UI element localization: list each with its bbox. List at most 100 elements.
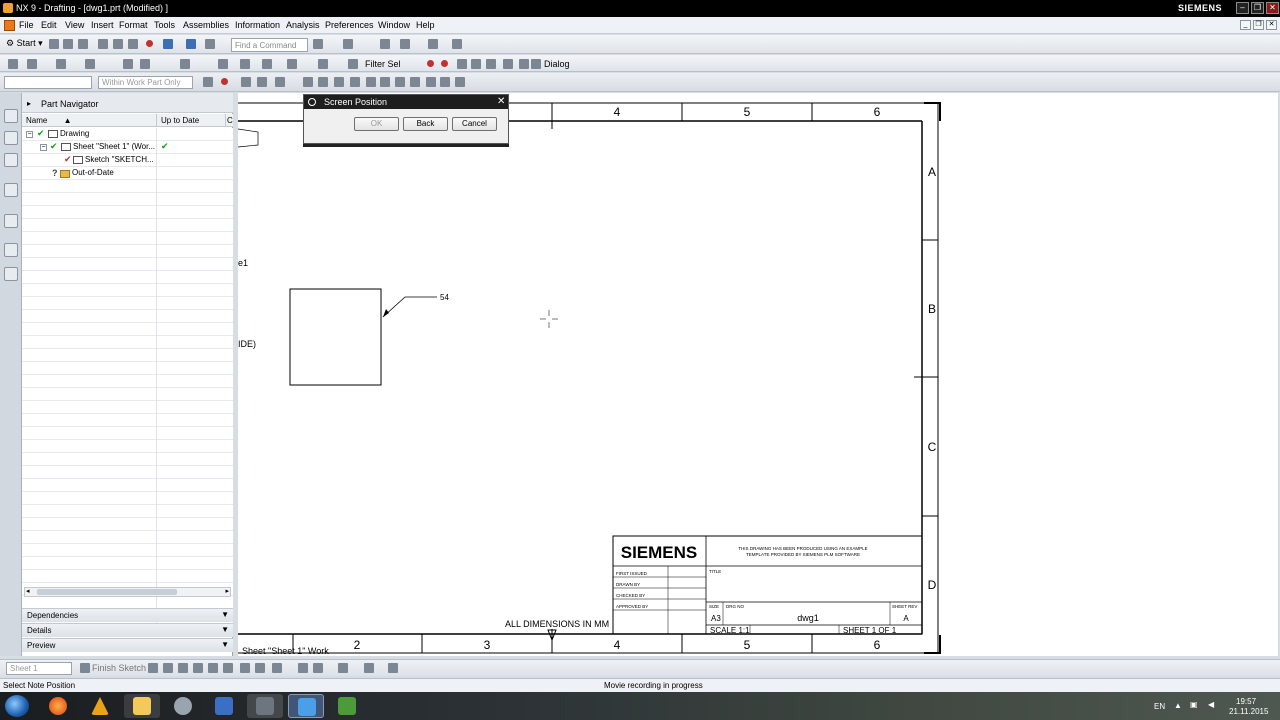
- point-icon[interactable]: [255, 663, 265, 673]
- dimension-tool-icon[interactable]: [388, 663, 398, 673]
- plot-icon[interactable]: [519, 59, 529, 69]
- table-icon[interactable]: [262, 59, 272, 69]
- dimension-icon[interactable]: [218, 59, 228, 69]
- tray-expand-icon[interactable]: ▲: [1174, 701, 1182, 710]
- delete-icon[interactable]: [146, 40, 153, 47]
- snap-center-icon[interactable]: [395, 77, 405, 87]
- reuse-library-tab-icon[interactable]: [4, 183, 18, 197]
- snap-intersection-icon[interactable]: [440, 77, 450, 87]
- chevron-down-icon[interactable]: ▼: [221, 610, 229, 619]
- sheet-combo[interactable]: Sheet 1: [6, 662, 72, 675]
- line-icon[interactable]: [163, 663, 173, 673]
- tree-node-sheet[interactable]: Sheet "Sheet 1" (Wor...: [73, 142, 155, 151]
- history-tab-icon[interactable]: [4, 243, 18, 257]
- chevron-down-icon[interactable]: ▼: [221, 640, 229, 649]
- menu-view[interactable]: View: [65, 20, 84, 30]
- arc-icon[interactable]: [178, 663, 188, 673]
- chamfer-icon[interactable]: [223, 663, 233, 673]
- menu-edit[interactable]: Edit: [41, 20, 57, 30]
- sketch-rectangle[interactable]: [289, 288, 382, 386]
- projected-view-icon[interactable]: [85, 59, 95, 69]
- finish-sketch-button[interactable]: Finish Sketch: [92, 663, 146, 673]
- record-icon[interactable]: [427, 60, 434, 67]
- ok-button[interactable]: OK: [354, 117, 399, 131]
- snap-grid-icon[interactable]: [455, 77, 465, 87]
- doc-restore-icon[interactable]: ❐: [1253, 20, 1264, 30]
- paste-icon[interactable]: [128, 39, 138, 49]
- analysis-icon[interactable]: [428, 39, 438, 49]
- menu-file[interactable]: File: [19, 20, 34, 30]
- network-icon[interactable]: ▣: [1190, 700, 1198, 709]
- navigator-horizontal-scrollbar[interactable]: ◂ ▸: [24, 587, 231, 597]
- nx-menu-icon[interactable]: [4, 20, 15, 31]
- dialog-label[interactable]: Dialog: [544, 59, 570, 69]
- extend-icon[interactable]: [313, 663, 323, 673]
- stop-icon[interactable]: [471, 59, 481, 69]
- start-orb-icon[interactable]: [5, 695, 29, 717]
- assembly-navigator-tab-icon[interactable]: [4, 131, 18, 145]
- menu-window[interactable]: Window: [378, 20, 410, 30]
- scroll-thumb[interactable]: [37, 589, 177, 595]
- callout-54[interactable]: 54: [440, 293, 449, 302]
- menu-format[interactable]: Format: [119, 20, 148, 30]
- scroll-right-icon[interactable]: ▸: [225, 587, 229, 595]
- record-stop-icon[interactable]: [441, 60, 448, 67]
- close-icon[interactable]: ✕: [497, 96, 505, 107]
- column-up-to-date[interactable]: Up to Date: [157, 114, 226, 127]
- snap-point-icon[interactable]: [426, 77, 436, 87]
- close-icon[interactable]: ✕: [1266, 2, 1279, 14]
- taskbar-save[interactable]: [206, 694, 242, 718]
- tree-node-drawing[interactable]: Drawing: [60, 129, 89, 138]
- snap-arc-icon[interactable]: [380, 77, 390, 87]
- view-icon[interactable]: [27, 59, 37, 69]
- base-view-icon[interactable]: [56, 59, 66, 69]
- pick-icon[interactable]: [241, 77, 251, 87]
- annotation-icon[interactable]: [287, 59, 297, 69]
- menu-preferences[interactable]: Preferences: [325, 20, 374, 30]
- taskbar-tools[interactable]: [165, 694, 201, 718]
- collapse-sheet-icon[interactable]: −: [40, 144, 47, 151]
- collapse-drawing-icon[interactable]: −: [26, 131, 33, 138]
- pause-icon[interactable]: [457, 59, 467, 69]
- symbol-icon[interactable]: [180, 59, 190, 69]
- language-indicator[interactable]: EN: [1154, 702, 1165, 711]
- tree-node-sketch[interactable]: Sketch "SKETCH...: [85, 155, 154, 164]
- taskbar-firefox[interactable]: [40, 694, 76, 718]
- doc-close-icon[interactable]: ✕: [1266, 20, 1277, 30]
- filter-icon[interactable]: [348, 59, 358, 69]
- dialog-titlebar[interactable]: Screen Position ✕: [304, 95, 508, 109]
- dependencies-panel[interactable]: Dependencies ▼: [22, 608, 233, 622]
- clock-time[interactable]: 19:57: [1236, 697, 1256, 706]
- constraint-navigator-tab-icon[interactable]: [4, 153, 18, 167]
- circle-icon[interactable]: [193, 663, 203, 673]
- start-button[interactable]: ⚙ Start ▾: [6, 38, 43, 49]
- open-icon[interactable]: [63, 39, 73, 49]
- taskbar-solidworks[interactable]: [247, 694, 283, 718]
- minimize-icon[interactable]: –: [1236, 2, 1249, 14]
- sheet-icon[interactable]: [8, 59, 18, 69]
- new-icon[interactable]: [49, 39, 59, 49]
- snap-quadrant-icon[interactable]: [410, 77, 420, 87]
- menu-tools[interactable]: Tools: [154, 20, 175, 30]
- copy-icon[interactable]: [113, 39, 123, 49]
- select-all-icon[interactable]: [203, 77, 213, 87]
- print-icon[interactable]: [503, 59, 513, 69]
- constraints-icon[interactable]: [364, 663, 374, 673]
- search-icon[interactable]: [313, 39, 323, 49]
- layout-icon[interactable]: [343, 39, 353, 49]
- snap-line-icon[interactable]: [334, 77, 344, 87]
- centerline-icon[interactable]: [140, 59, 150, 69]
- selection-scope-combo[interactable]: Within Work Part Only: [98, 76, 193, 89]
- preview-panel[interactable]: Preview ▼: [22, 638, 233, 652]
- pin-icon[interactable]: ▸: [27, 99, 31, 108]
- clock-date[interactable]: 21.11.2015: [1229, 707, 1268, 716]
- tree-node-out-of-date[interactable]: Out-of-Date: [72, 168, 114, 177]
- column-name[interactable]: Name ▲: [22, 114, 157, 127]
- details-panel[interactable]: Details ▼: [22, 623, 233, 637]
- note-icon[interactable]: [240, 59, 250, 69]
- profile-icon[interactable]: [148, 663, 158, 673]
- cut-icon[interactable]: [98, 39, 108, 49]
- finish-sketch-icon[interactable]: [80, 663, 90, 673]
- chevron-down-icon[interactable]: ▼: [221, 625, 229, 634]
- taskbar-autocad[interactable]: [82, 694, 118, 718]
